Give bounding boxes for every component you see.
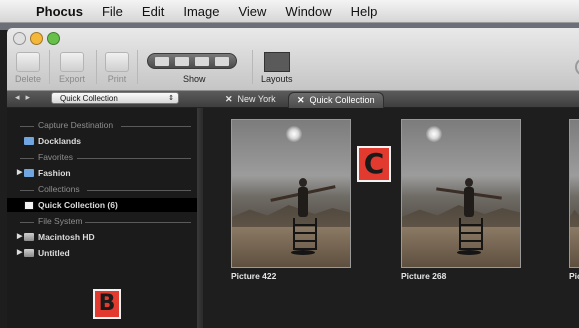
disk-icon <box>24 233 34 241</box>
sidebar-item-label: Macintosh HD <box>38 232 95 242</box>
sidebar-item-label: Docklands <box>38 136 81 146</box>
trash-icon <box>16 52 40 72</box>
print-label: Print <box>107 74 127 84</box>
sidebar-item-label: Quick Collection (6) <box>38 200 118 210</box>
tab-new-york[interactable]: ✕ New York <box>225 92 276 107</box>
toolbar-separator <box>96 50 97 84</box>
tab-bar: ◂▸ Quick Collection ⇕ ✕ New York ✕ Quick C… <box>7 91 579 108</box>
sun-glare <box>426 126 442 142</box>
sidebar-item-quick-collection[interactable]: Quick Collection (6) <box>7 198 197 212</box>
tab-quick-collection[interactable]: ✕ Quick Collection <box>288 92 384 108</box>
collection-icon <box>24 201 34 210</box>
thumbnail-image[interactable] <box>401 119 521 268</box>
thumbnail-caption: Picture 268 <box>401 271 447 281</box>
image-browser: Picture 422 Picture 268 Pict C <box>203 108 579 328</box>
tab-label: Quick Collection <box>309 95 375 105</box>
folder-icon <box>24 169 34 177</box>
thumbnail-image[interactable] <box>569 119 579 268</box>
thumbnail-caption: Pict <box>569 271 579 281</box>
menu-view[interactable]: View <box>238 4 266 19</box>
thumbnail-caption: Picture 422 <box>231 271 277 281</box>
nav-arrows-icon[interactable]: ◂▸ <box>15 92 36 103</box>
sidebar-item-label: Untitled <box>38 248 70 258</box>
show-segmented-control[interactable] <box>147 53 237 69</box>
toolbar-separator <box>252 50 253 84</box>
close-tab-icon[interactable]: ✕ <box>297 95 305 105</box>
section-title: Favorites <box>38 152 73 162</box>
minimize-window-icon[interactable] <box>30 32 43 45</box>
window-controls <box>13 32 60 45</box>
collection-select[interactable]: Quick Collection ⇕ <box>51 92 179 104</box>
show-option-icon[interactable] <box>215 56 229 66</box>
section-header: Capture Destination <box>7 120 197 132</box>
zoom-window-icon[interactable] <box>47 32 60 45</box>
app-menu[interactable]: Phocus <box>36 4 83 19</box>
close-tab-icon[interactable]: ✕ <box>225 94 233 104</box>
show-option-icon[interactable] <box>175 56 189 66</box>
thumbnail-image[interactable] <box>231 119 351 268</box>
menu-edit[interactable]: Edit <box>142 4 164 19</box>
disclosure-triangle-icon[interactable]: ▶ <box>17 166 22 180</box>
toolbar-separator <box>137 50 138 84</box>
menu-bar: Phocus File Edit Image View Window Help <box>0 0 579 23</box>
section-header: Favorites <box>7 152 197 164</box>
toolbar-separator <box>49 50 50 84</box>
export-button[interactable]: Export <box>59 52 85 84</box>
show-option-icon[interactable] <box>195 56 209 66</box>
collection-select-value: Quick Collection <box>60 94 118 103</box>
folder-icon <box>24 137 34 145</box>
menu-image[interactable]: Image <box>183 4 219 19</box>
print-button[interactable]: Print <box>105 52 129 84</box>
layouts-label: Layouts <box>261 74 293 84</box>
tab-label: New York <box>237 94 276 104</box>
section-header: Collections <box>7 184 197 196</box>
close-window-icon[interactable] <box>13 32 26 45</box>
disclosure-triangle-icon[interactable]: ▶ <box>17 246 22 260</box>
disclosure-triangle-icon[interactable]: ▶ <box>17 230 22 244</box>
sidebar-item-docklands[interactable]: Docklands <box>7 134 197 148</box>
export-label: Export <box>59 74 86 84</box>
delete-button[interactable]: Delete <box>15 52 41 84</box>
search-icon[interactable] <box>575 58 579 76</box>
toolbar: Delete Export Print Show Layouts <box>7 28 579 91</box>
marker-b-badge: B <box>93 289 121 319</box>
sidebar-item-label: Fashion <box>38 168 71 178</box>
delete-label: Delete <box>15 74 42 84</box>
menu-file[interactable]: File <box>102 4 123 19</box>
export-icon <box>60 52 84 72</box>
printer-icon <box>105 52 129 72</box>
disk-icon <box>24 249 34 257</box>
sun-glare <box>286 126 302 142</box>
section-title: File System <box>38 216 83 226</box>
sidebar: Capture Destination Docklands Favorites … <box>7 108 197 328</box>
figure-in-cage <box>270 178 336 260</box>
sidebar-item-macintosh-hd[interactable]: ▶ Macintosh HD <box>7 230 197 244</box>
menu-help[interactable]: Help <box>351 4 378 19</box>
show-label: Show <box>183 74 206 84</box>
section-title: Collections <box>38 184 80 194</box>
layouts-button[interactable] <box>264 52 290 72</box>
app-window: Delete Export Print Show Layouts ◂▸ Quic… <box>7 28 579 328</box>
stepper-arrows-icon: ⇕ <box>168 95 174 102</box>
section-header: File System <box>7 216 197 228</box>
show-option-icon[interactable] <box>155 56 169 66</box>
sidebar-item-untitled[interactable]: ▶ Untitled <box>7 246 197 260</box>
sidebar-item-fashion[interactable]: ▶ Fashion <box>7 166 197 180</box>
menu-window[interactable]: Window <box>285 4 331 19</box>
figure-in-cage <box>436 178 502 260</box>
marker-c-badge: C <box>357 146 391 182</box>
section-title: Capture Destination <box>38 120 114 130</box>
